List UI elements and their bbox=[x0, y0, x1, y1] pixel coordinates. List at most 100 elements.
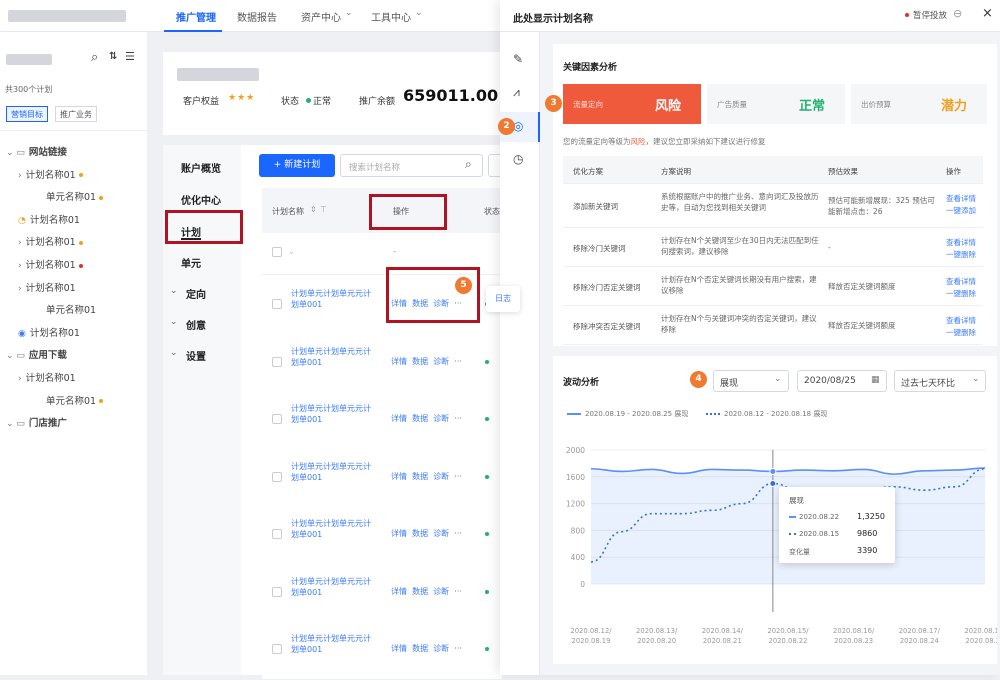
plan-name-link[interactable]: 计划单元计划单元元计划单001 bbox=[291, 576, 376, 598]
sort-icon[interactable]: ⇕ bbox=[310, 205, 317, 214]
nav-tools[interactable]: 工具中心 bbox=[371, 9, 411, 24]
tree-item[interactable]: 单元名称01 bbox=[42, 393, 104, 407]
factor-name: 流量定向 bbox=[573, 100, 603, 109]
plan-name-link[interactable]: 计划单元计划单元元计划单001 bbox=[291, 346, 376, 368]
minus-circle-icon[interactable]: ⊖ bbox=[953, 7, 962, 20]
detail-link[interactable]: 详情 bbox=[391, 472, 407, 481]
menu-optimization[interactable]: 优化中心 bbox=[181, 192, 221, 207]
row-checkbox[interactable] bbox=[272, 644, 282, 654]
more-icon[interactable]: ··· bbox=[454, 357, 462, 366]
quick-action-link[interactable]: 一键删除 bbox=[946, 327, 976, 338]
plan-name-link[interactable]: 计划单元计划单元元计划单001 bbox=[291, 403, 376, 425]
diagnose-link[interactable]: 诊断 bbox=[433, 414, 449, 423]
data-link[interactable]: 数据 bbox=[412, 587, 428, 596]
data-link[interactable]: 数据 bbox=[412, 529, 428, 538]
data-link[interactable]: 数据 bbox=[412, 644, 428, 653]
row-checkbox[interactable] bbox=[272, 471, 282, 482]
detail-link[interactable]: 详情 bbox=[391, 529, 407, 538]
sort-icon[interactable]: ⇅ bbox=[109, 51, 117, 62]
plan-search-input[interactable]: 搜索计划名称 ⌕ bbox=[340, 154, 483, 177]
chart-icon[interactable]: ⩘ bbox=[513, 85, 520, 100]
search-icon[interactable]: ⌕ bbox=[91, 50, 98, 65]
tree-folder[interactable]: ⌄ ▭ 应用下载 bbox=[6, 347, 67, 361]
quick-action-link[interactable]: 一键删除 bbox=[946, 249, 976, 260]
data-link[interactable]: 数据 bbox=[412, 414, 428, 423]
detail-link[interactable]: 详情 bbox=[391, 644, 407, 653]
search-icon[interactable]: ⌕ bbox=[465, 157, 472, 172]
more-icon[interactable]: ··· bbox=[454, 414, 462, 423]
detail-link[interactable]: 详情 bbox=[391, 357, 407, 366]
diagnose-link[interactable]: 诊断 bbox=[433, 357, 449, 366]
row-checkbox[interactable] bbox=[272, 299, 282, 309]
compare-select[interactable]: 过去七天环比 ⌄ bbox=[894, 370, 986, 392]
filter-icon[interactable]: ⊤ bbox=[320, 205, 327, 214]
tab-promo-business[interactable]: 推广业务 bbox=[55, 106, 97, 122]
row-ops: 详情 数据 诊断 ··· bbox=[391, 356, 462, 367]
tree-item[interactable]: ◉ 计划名称01 bbox=[18, 325, 80, 339]
date-picker[interactable]: 2020/08/25 ▦ bbox=[797, 370, 887, 392]
tree-item[interactable]: › 计划名称01 bbox=[18, 167, 83, 181]
list-icon[interactable]: ☰ bbox=[125, 50, 135, 63]
tree-item[interactable]: › 计划名称01 bbox=[18, 280, 76, 294]
tree-folder[interactable]: ⌄ ▭ 门店推广 bbox=[6, 415, 67, 429]
tree-item[interactable]: › 计划名称01 bbox=[18, 234, 83, 248]
tree-item[interactable]: 单元名称01 bbox=[42, 189, 104, 203]
diagnose-link[interactable]: 诊断 bbox=[433, 472, 449, 481]
select-all-checkbox[interactable] bbox=[272, 247, 282, 257]
factor-bid[interactable]: 出价预算 潜力 bbox=[851, 84, 987, 124]
nav-assets[interactable]: 资产中心 bbox=[301, 9, 341, 24]
warning-icon: ◔ bbox=[18, 215, 26, 226]
more-icon[interactable]: ··· bbox=[454, 587, 462, 596]
status-dot bbox=[485, 589, 489, 594]
metric-select[interactable]: 展现 ⌄ bbox=[713, 370, 789, 392]
row-checkbox[interactable] bbox=[272, 586, 282, 597]
more-icon[interactable]: ··· bbox=[454, 529, 462, 538]
plan-name-link[interactable]: 计划单元计划单元元计划单001 bbox=[291, 633, 376, 655]
menu-settings[interactable]: 设置 bbox=[186, 348, 206, 363]
x-tick-label: 2020.08.13/ bbox=[636, 627, 678, 635]
tree-item[interactable]: ◔ 计划名称01 bbox=[18, 212, 80, 226]
tree-item[interactable]: › 计划名称01 bbox=[18, 370, 76, 384]
view-detail-link[interactable]: 查看详情 bbox=[946, 276, 976, 287]
row-checkbox[interactable] bbox=[272, 356, 282, 367]
more-icon[interactable]: ··· bbox=[454, 472, 462, 481]
tree-item[interactable]: 单元名称01 bbox=[42, 302, 96, 316]
quick-action-link[interactable]: 一键添加 bbox=[946, 205, 976, 216]
tree-item[interactable]: › 计划名称01 bbox=[18, 257, 83, 271]
plan-name-link[interactable]: 计划单元计划单元元计划单001 bbox=[291, 518, 376, 540]
view-detail-link[interactable]: 查看详情 bbox=[946, 193, 976, 204]
nav-promotion[interactable]: 推广管理 bbox=[176, 9, 216, 24]
log-tooltip[interactable]: 日志 bbox=[486, 286, 520, 312]
menu-targeting[interactable]: 定向 bbox=[186, 286, 206, 301]
data-link[interactable]: 数据 bbox=[412, 472, 428, 481]
row-checkbox[interactable] bbox=[272, 529, 282, 539]
factor-quality[interactable]: 广告质量 正常 bbox=[707, 84, 845, 124]
data-link[interactable]: 数据 bbox=[412, 357, 428, 366]
plan-name-link[interactable]: 计划单元计划单元元计划单001 bbox=[291, 461, 376, 483]
detail-link[interactable]: 详情 bbox=[391, 414, 407, 423]
new-plan-button[interactable]: + 新建计划 bbox=[259, 154, 335, 177]
more-icon[interactable]: ··· bbox=[454, 644, 462, 653]
row-checkbox[interactable] bbox=[272, 414, 282, 424]
edit-icon[interactable]: ✎ bbox=[513, 52, 523, 66]
diagnose-link[interactable]: 诊断 bbox=[433, 529, 449, 538]
view-detail-link[interactable]: 查看详情 bbox=[946, 315, 976, 326]
menu-creative[interactable]: 创意 bbox=[186, 317, 206, 332]
col-op: 操作 bbox=[946, 167, 961, 176]
tab-marketing-goal[interactable]: 营销目标 bbox=[6, 106, 48, 122]
clock-icon[interactable]: ◷ bbox=[513, 152, 523, 166]
diagnose-link[interactable]: 诊断 bbox=[433, 587, 449, 596]
detail-link[interactable]: 详情 bbox=[391, 587, 407, 596]
plan-name-link[interactable]: 计划单元计划单元元计划单001 bbox=[291, 288, 376, 310]
tree-folder[interactable]: ⌄ ▭ 网站链接 bbox=[6, 144, 67, 158]
menu-unit[interactable]: 单元 bbox=[181, 255, 201, 270]
diagnose-link[interactable]: 诊断 bbox=[433, 644, 449, 653]
menu-account-overview[interactable]: 账户概览 bbox=[181, 160, 221, 175]
view-detail-link[interactable]: 查看详情 bbox=[946, 237, 976, 248]
quick-action-link[interactable]: 一键删除 bbox=[946, 288, 976, 299]
desc-cell: 系统根据账户中的推广业务、意向词汇及投放历史等，自动为您找到相关关键词 bbox=[661, 192, 819, 212]
factor-traffic[interactable]: 流量定向 风险 bbox=[563, 84, 701, 124]
close-icon[interactable]: × bbox=[982, 6, 993, 21]
nav-reports[interactable]: 数据报告 bbox=[237, 9, 277, 24]
pause-toggle[interactable]: 暂停投放 bbox=[913, 9, 947, 21]
